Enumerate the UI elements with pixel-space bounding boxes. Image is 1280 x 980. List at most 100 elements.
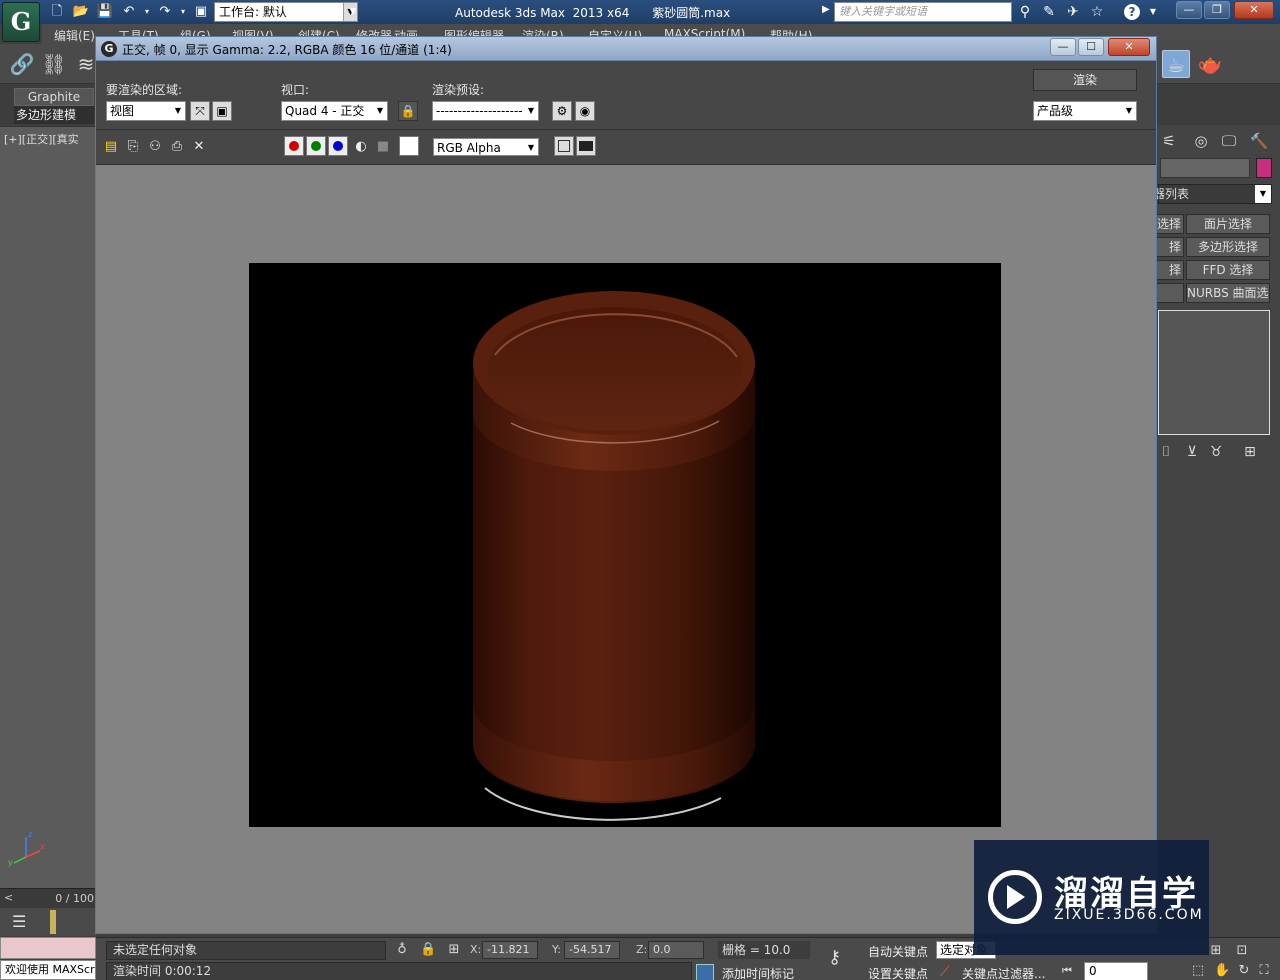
make-unique-icon[interactable]: ♉ <box>1206 442 1226 462</box>
y-coord-field[interactable]: -54.517 <box>564 941 620 959</box>
key-icon[interactable]: ⚷ <box>828 948 856 968</box>
communication-icon[interactable]: ✈ <box>1064 3 1082 21</box>
project-folder-icon[interactable]: ▣ <box>192 3 210 21</box>
app-logo[interactable]: G <box>2 2 40 42</box>
zoom-extents-icon[interactable]: ⬚ <box>1190 963 1206 979</box>
pan-icon[interactable]: ✋ <box>1214 963 1230 979</box>
environment-effects-icon[interactable]: ◉ <box>575 101 595 121</box>
render-preset-dropdown[interactable]: -------------------- ▼ <box>432 101 539 121</box>
workspace-dropdown[interactable]: 工作台: 默认 ▼ <box>214 2 358 22</box>
key-filters-button[interactable]: 关键点过滤器... <box>962 965 1045 980</box>
copy-image-icon[interactable]: ⎘ <box>124 138 142 156</box>
nurbs-select-button[interactable]: NURBS 曲面选择 <box>1186 283 1270 303</box>
redo-icon[interactable]: ↷ <box>156 3 174 21</box>
restore-button[interactable]: ❐ <box>1204 1 1230 19</box>
lock-viewport-icon[interactable]: 🔒 <box>398 101 418 121</box>
display-icon[interactable]: 🖵 <box>1218 130 1240 152</box>
motion-icon[interactable]: ◎ <box>1190 130 1212 152</box>
utilities-icon[interactable]: 🔨 <box>1248 130 1270 152</box>
go-to-start-icon[interactable]: ⏮ <box>1062 964 1072 978</box>
object-name-field[interactable] <box>1160 158 1250 178</box>
alpha-channel-icon[interactable]: ◐ <box>352 138 370 156</box>
clear-image-icon[interactable]: ✕ <box>190 138 208 156</box>
edit-region-icon[interactable]: ⤧ <box>190 101 210 121</box>
subscription-icon[interactable]: ✎ <box>1040 3 1058 21</box>
add-time-tag-button[interactable]: 添加时间标记 <box>722 965 794 980</box>
red-channel-toggle[interactable] <box>284 136 304 156</box>
ffd-select-button[interactable]: FFD 选择 <box>1186 260 1270 280</box>
track-bar[interactable]: ☰ <box>0 908 96 936</box>
save-file-icon[interactable]: 💾 <box>96 3 114 21</box>
render-production-icon[interactable]: 🫖 <box>1196 50 1224 78</box>
viewport[interactable]: [+][正交][真实 z x y <box>0 126 96 888</box>
patch-select-button[interactable]: 面片选择 <box>1186 214 1270 234</box>
print-image-icon[interactable]: ⎙ <box>168 138 186 156</box>
render-window-minimize-button[interactable]: — <box>1050 38 1076 56</box>
open-file-icon[interactable]: 📂 <box>72 3 90 21</box>
current-frame-field[interactable]: 0 <box>1084 962 1148 980</box>
display-channel-dropdown[interactable]: RGB Alpha ▼ <box>433 138 539 156</box>
pin-stack-icon[interactable]: ⌷ <box>1156 442 1176 462</box>
render-canvas[interactable] <box>96 165 1156 933</box>
render-window-close-button[interactable]: ✕ <box>1108 38 1150 56</box>
render-window-maximize-button[interactable]: ☐ <box>1078 38 1104 56</box>
zoom-all-icon[interactable]: ⊡ <box>1234 943 1250 959</box>
mesh-select-button[interactable]: 选择 <box>1156 214 1184 234</box>
link-icon[interactable]: 🔗 <box>8 50 36 78</box>
maxscript-welcome[interactable]: 欢迎使用 MAXScr <box>0 960 96 980</box>
save-image-icon[interactable]: ▤ <box>102 138 120 156</box>
zoom-icon[interactable]: ⊞ <box>1208 943 1224 959</box>
undo-icon[interactable]: ↶ <box>120 3 138 21</box>
undo-dropdown-icon[interactable]: ▾ <box>138 3 156 21</box>
hierarchy-icon[interactable]: ⚟ <box>1158 130 1180 152</box>
viewport-label[interactable]: [+][正交][真实 <box>4 131 79 147</box>
minimize-button[interactable]: — <box>1176 1 1202 19</box>
render-setup-icon[interactable]: ⚙ <box>552 101 572 121</box>
background-color-swatch[interactable] <box>399 136 419 156</box>
orbit-icon[interactable]: ↻ <box>1236 963 1252 979</box>
binoculars-icon[interactable]: ⚲ <box>1016 3 1034 21</box>
surf-select-button[interactable] <box>1156 283 1184 303</box>
unlink-icon[interactable]: ⛓ <box>40 50 68 78</box>
z-coord-field[interactable]: 0.0 <box>648 941 704 959</box>
graphite-tab[interactable]: Graphite <box>14 88 94 106</box>
polygon-modeling-tab[interactable]: 多边形建模 <box>14 106 94 124</box>
modifier-list-dropdown[interactable]: 修改器列表 ▼ <box>1129 184 1272 204</box>
redo-dropdown-icon[interactable]: ▾ <box>174 3 192 21</box>
clone-window-icon[interactable]: ⚇ <box>146 138 164 156</box>
time-slider[interactable]: < 0 / 100 <box>0 888 96 908</box>
help-icon[interactable]: ? <box>1124 4 1140 20</box>
viewport-dropdown[interactable]: Quad 4 - 正交 ▼ <box>281 101 388 121</box>
favorites-icon[interactable]: ☆ <box>1088 3 1106 21</box>
search-input[interactable]: 键入关键字或短语 <box>834 2 1012 22</box>
render-quality-dropdown[interactable]: 产品级 ▼ <box>1033 101 1137 121</box>
render-window-title-bar[interactable]: G 正交, 帧 0, 显示 Gamma: 2.2, RGBA 颜色 16 位/通… <box>96 37 1156 61</box>
spline-select-button[interactable]: 择 <box>1156 237 1184 257</box>
isolate-selection-icon[interactable]: ♁ <box>394 941 410 959</box>
auto-key-button[interactable]: 自动关键点 <box>868 943 928 960</box>
curve-editor-icon[interactable]: ☰ <box>12 912 26 931</box>
monochrome-icon[interactable]: ■ <box>374 138 392 156</box>
blue-channel-toggle[interactable] <box>328 136 348 156</box>
quick-access-menu-icon[interactable]: ▼ <box>344 3 362 21</box>
poly-select-button[interactable]: 多边形选择 <box>1186 237 1270 257</box>
x-coord-field[interactable]: -11.821 <box>482 941 538 959</box>
maxscript-listener-input[interactable] <box>0 937 96 959</box>
time-marker[interactable] <box>50 910 56 934</box>
render-setup-icon[interactable]: ☕ <box>1162 50 1190 78</box>
set-key-button[interactable]: 设置关键点 <box>868 965 928 980</box>
search-expand-icon[interactable]: ▶ <box>822 4 830 15</box>
maximize-viewport-icon[interactable]: ⛶ <box>1256 963 1272 979</box>
help-dropdown-icon[interactable]: ▼ <box>1144 3 1162 21</box>
auto-region-icon[interactable]: ▣ <box>212 101 232 121</box>
new-file-icon[interactable]: 🗋 <box>48 3 66 21</box>
menu-edit[interactable]: 编辑(E) <box>54 27 95 44</box>
object-color-swatch[interactable] <box>1256 158 1272 178</box>
toggle-ui-overlay-icon[interactable] <box>554 136 574 156</box>
close-button[interactable]: ✕ <box>1234 1 1274 19</box>
show-end-result-icon[interactable]: ⊻ <box>1182 442 1202 462</box>
area-to-render-dropdown[interactable]: 视图 ▼ <box>106 101 186 121</box>
toggle-ui-icon[interactable] <box>576 136 596 156</box>
time-tag-icon[interactable] <box>696 964 714 980</box>
green-channel-toggle[interactable] <box>306 136 326 156</box>
